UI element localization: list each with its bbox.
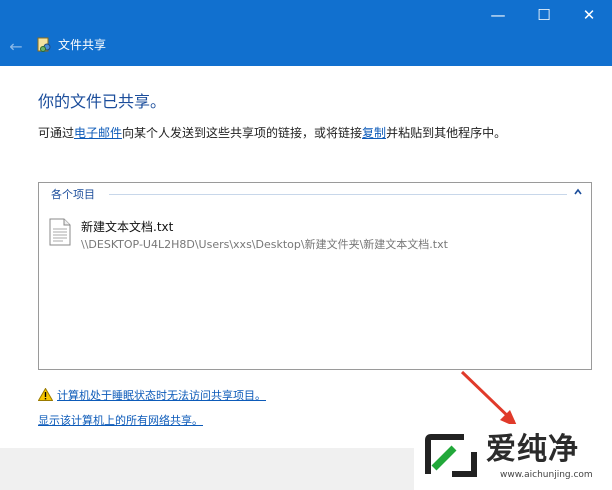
watermark-url: www.aichunjing.com <box>500 470 593 480</box>
shared-items-list: 各个项目 新建文本文档.txt \\DESKTOP-U4L2H8D\Users\… <box>38 182 592 370</box>
minimize-button[interactable]: — <box>475 0 521 30</box>
email-link[interactable]: 电子邮件 <box>74 126 122 140</box>
instruction-part-2: 向某个人发送到这些共享项的链接，或将链接 <box>122 126 363 140</box>
back-arrow-icon[interactable]: ← <box>4 36 28 56</box>
watermark-brand: 爱纯净 <box>486 432 579 467</box>
window-title: 文件共享 <box>58 38 107 52</box>
instruction-part-3: 并粘贴到其他程序中。 <box>386 126 507 140</box>
sleep-warning-link[interactable]: 计算机处于睡眠状态时无法访问共享项目。 <box>57 389 266 402</box>
items-group-header[interactable]: 各个项目 <box>39 183 591 205</box>
maximize-button[interactable]: ☐ <box>521 0 567 30</box>
file-name: 新建文本文档.txt <box>81 220 174 234</box>
text-document-icon <box>49 218 71 246</box>
file-sharing-icon <box>37 37 51 52</box>
sleep-warning-row: 计算机处于睡眠状态时无法访问共享项目。 <box>38 387 266 403</box>
brand-logo-icon <box>425 434 477 477</box>
group-divider <box>109 194 567 195</box>
network-shares-row: 显示该计算机上的所有网络共享。 <box>38 412 203 428</box>
show-network-shares-link[interactable]: 显示该计算机上的所有网络共享。 <box>38 414 203 427</box>
close-button[interactable]: ✕ <box>566 0 612 30</box>
chevron-up-icon[interactable] <box>573 187 583 197</box>
watermark: 爱纯净 www.aichunjing.com <box>414 424 612 490</box>
copy-link[interactable]: 复制 <box>362 126 386 140</box>
instruction-text: 可通过电子邮件向某个人发送到这些共享项的链接，或将链接复制并粘贴到其他程序中。 <box>38 124 506 141</box>
file-path: \\DESKTOP-U4L2H8D\Users\xxs\Desktop\新建文件… <box>81 238 448 251</box>
title-bar: — ☐ ✕ ← 文件共享 <box>0 0 612 66</box>
instruction-part-1: 可通过 <box>38 126 75 140</box>
page-heading: 你的文件已共享。 <box>38 92 167 111</box>
items-group-title: 各个项目 <box>51 188 95 201</box>
warning-icon <box>38 388 53 401</box>
